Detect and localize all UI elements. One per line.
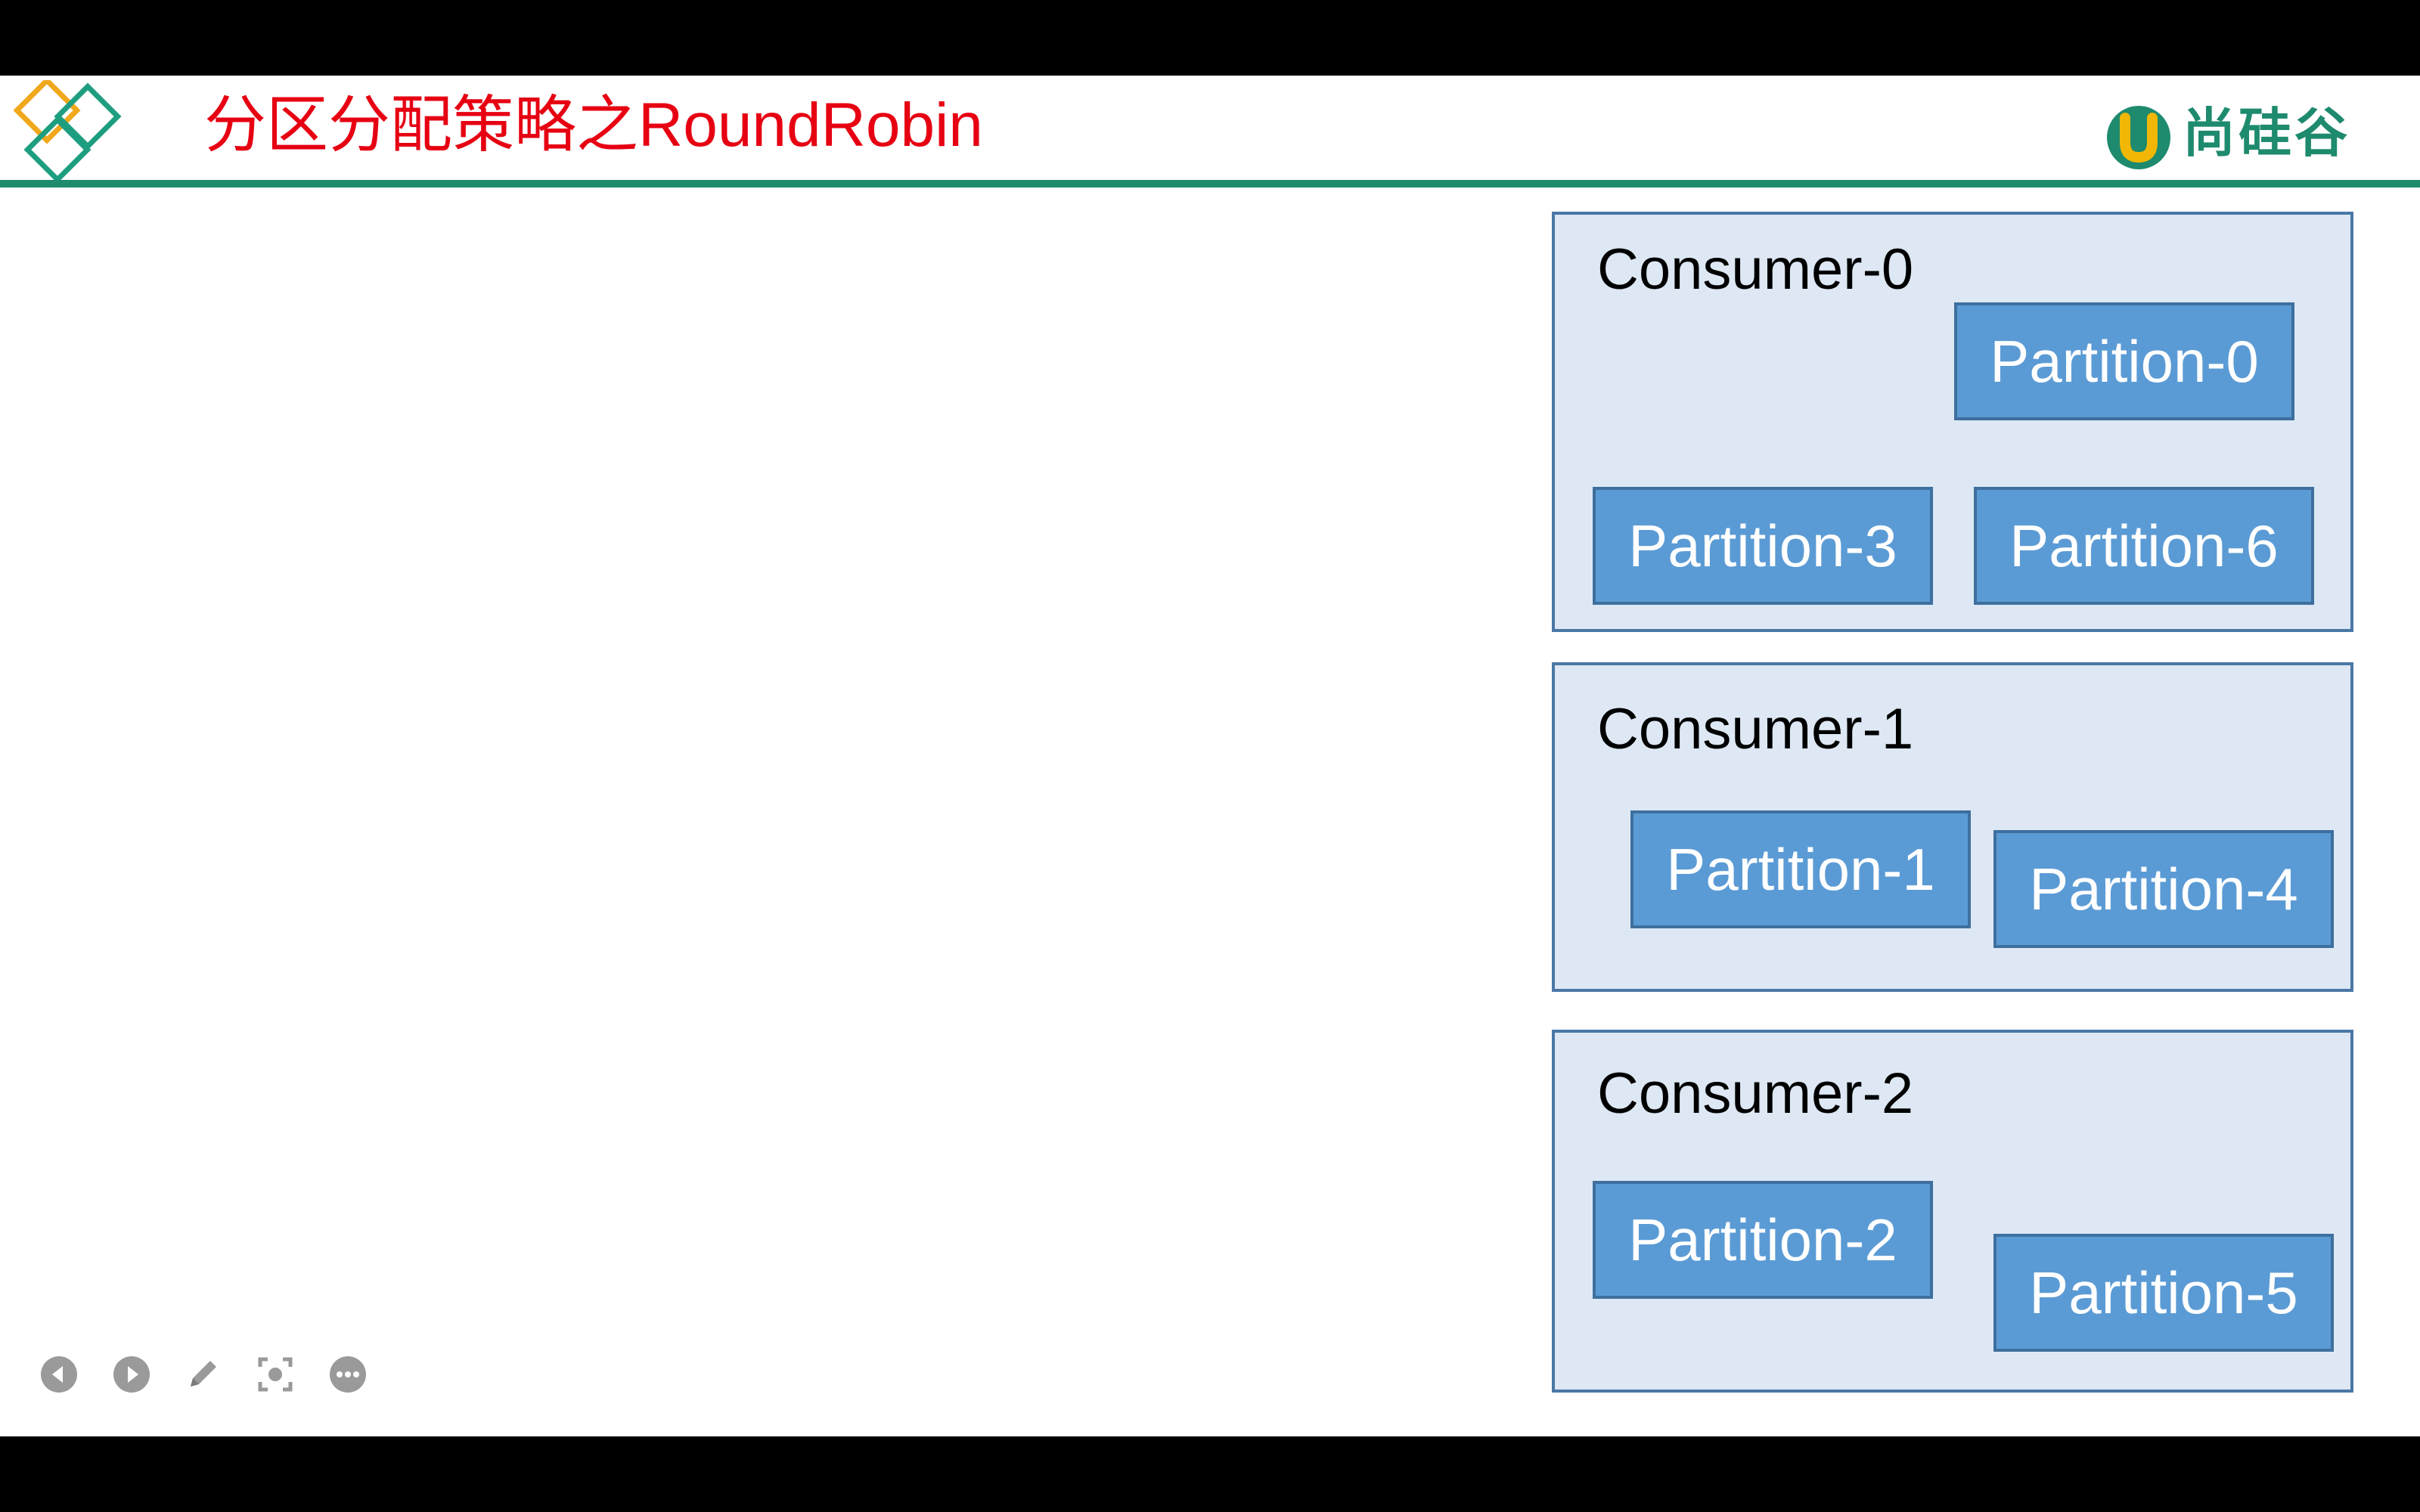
partition-box: Partition-1 (1630, 810, 1971, 928)
slide: 分区分配策略之RoundRobin 尚硅谷 Consumer-0 Partiti… (0, 76, 2420, 1436)
consumer-label: Consumer-1 (1597, 697, 1914, 761)
focus-button[interactable] (256, 1355, 295, 1394)
consumer-group-2: Consumer-2 Partition-2 Partition-5 (1552, 1030, 2353, 1393)
pen-button[interactable] (183, 1355, 222, 1394)
partition-box: Partition-6 (1974, 487, 2314, 605)
consumer-label: Consumer-2 (1597, 1061, 1914, 1126)
consumer-group-0: Consumer-0 Partition-0 Partition-3 Parti… (1552, 212, 2353, 632)
partition-box: Partition-3 (1593, 487, 1933, 605)
u-logo-icon (2107, 106, 2170, 169)
consumer-label: Consumer-0 (1597, 237, 1914, 302)
partition-box: Partition-5 (1993, 1234, 2334, 1352)
prev-slide-button[interactable] (39, 1355, 79, 1394)
more-button[interactable] (328, 1355, 368, 1394)
brand-name: 尚硅谷 (2183, 104, 2350, 163)
header-divider (0, 180, 2420, 187)
consumer-group-1: Consumer-1 Partition-1 Partition-4 (1552, 662, 2353, 992)
diamond-logo-icon (13, 80, 122, 184)
partition-box: Partition-4 (1993, 830, 2334, 948)
partition-box: Partition-0 (1954, 302, 2294, 420)
next-slide-button[interactable] (112, 1355, 151, 1394)
partition-box: Partition-2 (1593, 1181, 1933, 1299)
slide-title: 分区分配策略之RoundRobin (204, 91, 983, 160)
